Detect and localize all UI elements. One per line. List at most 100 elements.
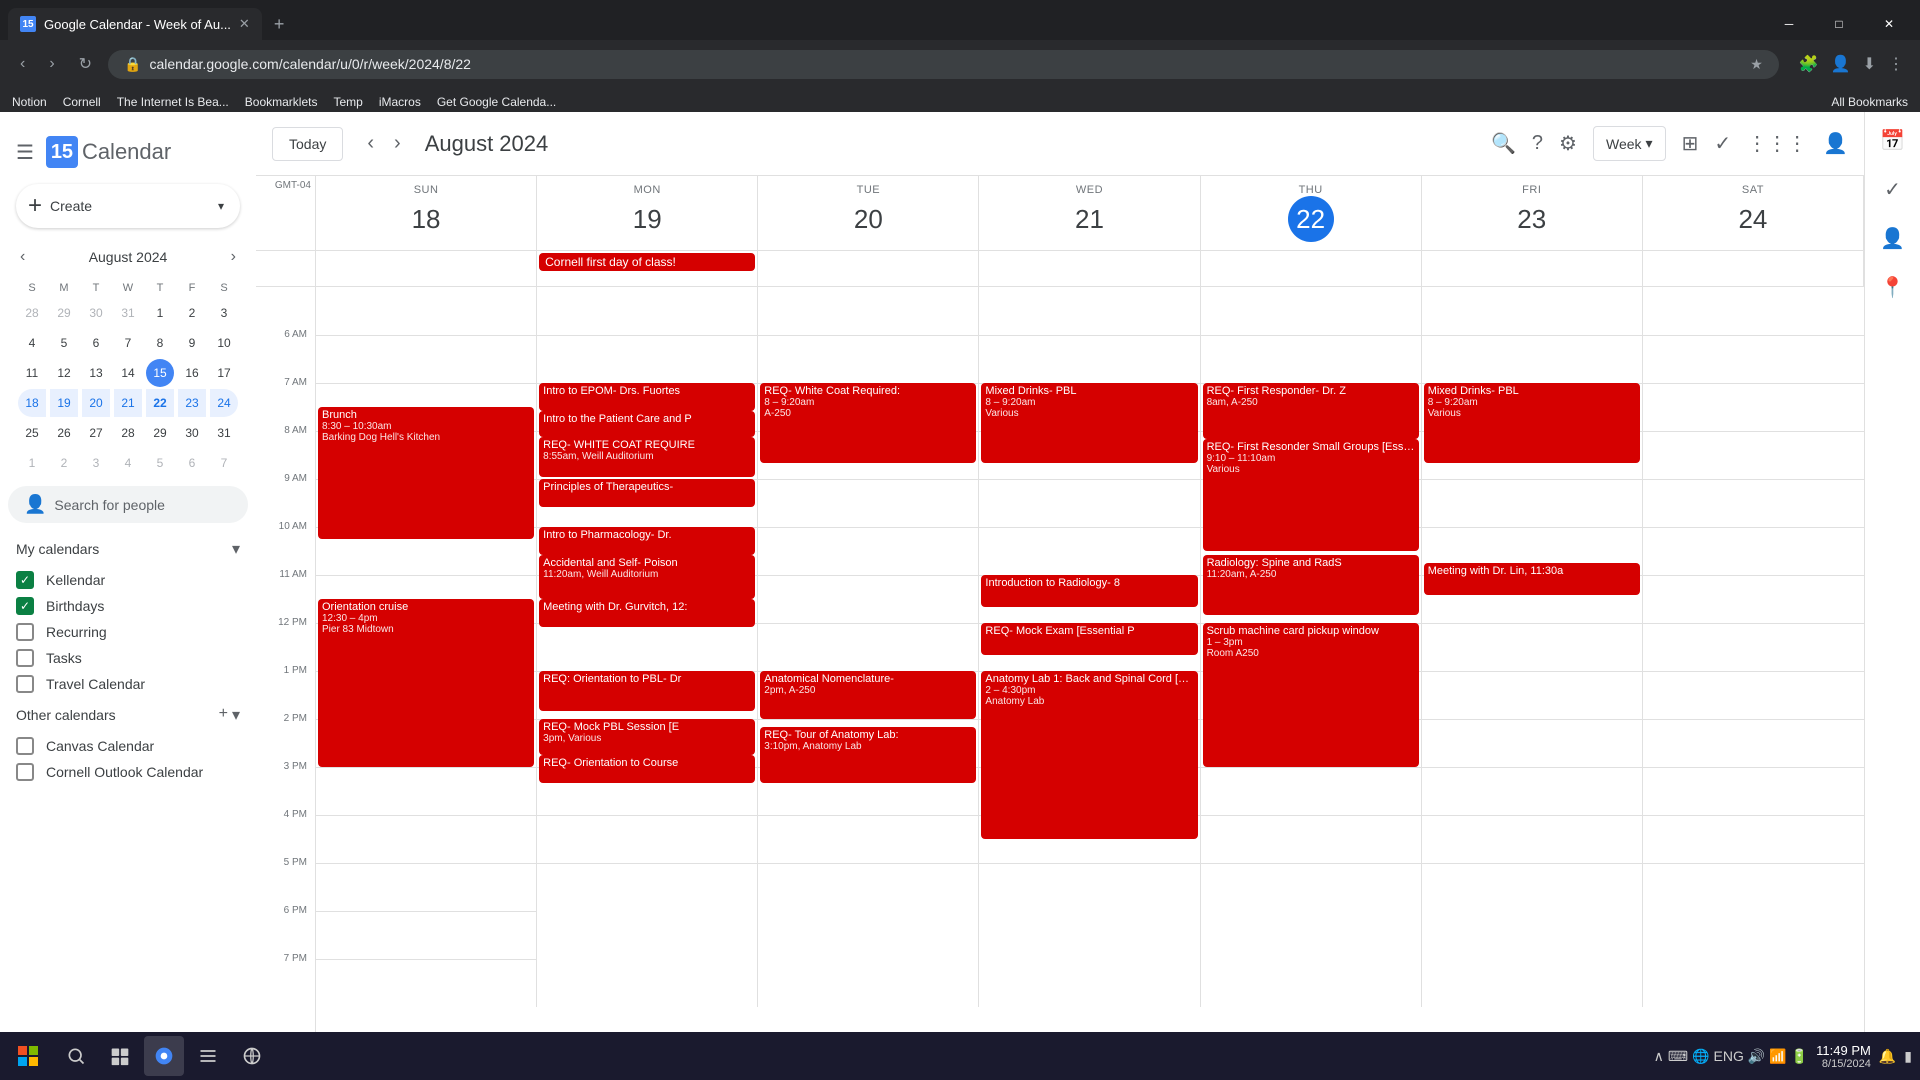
day-number-fri[interactable]: 23: [1509, 196, 1555, 242]
calendar-item-travel[interactable]: Travel Calendar: [8, 671, 248, 697]
mini-date[interactable]: 30: [82, 299, 110, 327]
bookmark-imacros[interactable]: iMacros: [379, 95, 421, 109]
right-panel-calendar-icon[interactable]: 📅: [1872, 120, 1913, 161]
event-scrub-machine[interactable]: Scrub machine card pickup window 1 – 3pm…: [1203, 623, 1419, 767]
mini-date[interactable]: 7: [114, 329, 142, 357]
collapse-other-calendars-icon[interactable]: ▾: [232, 705, 240, 725]
bookmark-bookmarklets[interactable]: Bookmarklets: [245, 95, 318, 109]
calendar-checkbox-travel[interactable]: [16, 675, 34, 693]
event-therapeutics[interactable]: Principles of Therapeutics-: [539, 479, 755, 507]
day-number-wed[interactable]: 21: [1066, 196, 1112, 242]
event-white-coat[interactable]: REQ- WHITE COAT REQUIRE 8:55am, Weill Au…: [539, 437, 755, 477]
event-anatomy-tour[interactable]: REQ- Tour of Anatomy Lab: 3:10pm, Anatom…: [760, 727, 976, 783]
mini-date[interactable]: 8: [146, 329, 174, 357]
add-other-calendar-icon[interactable]: +: [219, 705, 228, 725]
taskbar-browser2[interactable]: [232, 1036, 272, 1076]
mini-date[interactable]: 27: [82, 419, 110, 447]
taskbar-task-view[interactable]: [100, 1036, 140, 1076]
bookmark-all-bookmarks[interactable]: All Bookmarks: [1831, 95, 1908, 109]
event-radiology-spine[interactable]: Radiology: Spine and RadS 11:20am, A-250: [1203, 555, 1419, 615]
help-icon[interactable]: ?: [1532, 132, 1543, 155]
mini-date[interactable]: 25: [18, 419, 46, 447]
calendar-item-recurring[interactable]: Recurring: [8, 619, 248, 645]
mini-date-selected[interactable]: 22: [146, 389, 174, 417]
minimize-button[interactable]: ─: [1766, 8, 1812, 40]
mini-date[interactable]: 21: [114, 389, 142, 417]
right-panel-map-icon[interactable]: 📍: [1872, 267, 1913, 308]
maximize-button[interactable]: □: [1816, 8, 1862, 40]
mini-date[interactable]: 14: [114, 359, 142, 387]
my-calendars-header[interactable]: My calendars ▾: [8, 531, 248, 567]
mini-date[interactable]: 6: [82, 329, 110, 357]
mini-date[interactable]: 2: [178, 299, 206, 327]
mini-date[interactable]: 29: [50, 299, 78, 327]
all-day-event-cornell[interactable]: Cornell first day of class!: [539, 253, 755, 271]
event-epom[interactable]: Intro to EPOM- Drs. Fuortes: [539, 383, 755, 411]
close-button[interactable]: ✕: [1866, 8, 1912, 40]
start-button[interactable]: [8, 1036, 48, 1076]
tray-arrow-icon[interactable]: ∧: [1654, 1048, 1664, 1065]
mini-date[interactable]: 18: [18, 389, 46, 417]
mini-date[interactable]: 23: [178, 389, 206, 417]
mini-cal-next-button[interactable]: ›: [227, 244, 240, 270]
calendar-checkbox-tasks[interactable]: [16, 649, 34, 667]
bookmark-google-cal[interactable]: Get Google Calenda...: [437, 95, 556, 109]
mini-date[interactable]: 16: [178, 359, 206, 387]
forward-button[interactable]: ›: [41, 51, 62, 77]
bookmark-temp[interactable]: Temp: [333, 95, 362, 109]
event-anatomy-lab1[interactable]: Anatomy Lab 1: Back and Spinal Cord [Ess…: [981, 671, 1197, 839]
event-mock-pbl[interactable]: REQ- Mock PBL Session [E 3pm, Various: [539, 719, 755, 755]
event-orientation-course[interactable]: REQ- Orientation to Course: [539, 755, 755, 783]
event-orientation-cruise[interactable]: Orientation cruise 12:30 – 4pm Pier 83 M…: [318, 599, 534, 767]
new-tab-button[interactable]: +: [274, 14, 285, 35]
event-mock-exam[interactable]: REQ- Mock Exam [Essential P: [981, 623, 1197, 655]
mini-date[interactable]: 6: [178, 449, 206, 477]
mini-cal-prev-button[interactable]: ‹: [16, 244, 29, 270]
calendar-item-tasks[interactable]: Tasks: [8, 645, 248, 671]
download-icon[interactable]: ⬇: [1859, 50, 1880, 78]
mini-date[interactable]: 28: [114, 419, 142, 447]
clock[interactable]: 11:49 PM 8/15/2024: [1816, 1043, 1871, 1070]
day-number-mon[interactable]: 19: [624, 196, 670, 242]
create-button[interactable]: + Create ▾: [16, 184, 240, 228]
event-orientation-pbl[interactable]: REQ: Orientation to PBL- Dr: [539, 671, 755, 711]
next-week-button[interactable]: ›: [386, 128, 409, 159]
event-white-coat-req[interactable]: REQ- White Coat Required: 8 – 9:20am A-2…: [760, 383, 976, 463]
checkmark-icon[interactable]: ✓: [1714, 131, 1731, 156]
mini-date[interactable]: 9: [178, 329, 206, 357]
bookmark-internet[interactable]: The Internet Is Bea...: [117, 95, 229, 109]
right-panel-check-icon[interactable]: ✓: [1876, 169, 1909, 210]
day-number-thu[interactable]: 22: [1288, 196, 1334, 242]
tab-close-button[interactable]: ✕: [239, 16, 250, 32]
address-bar[interactable]: 🔒 calendar.google.com/calendar/u/0/r/wee…: [108, 50, 1779, 79]
mini-date[interactable]: 2: [50, 449, 78, 477]
back-button[interactable]: ‹: [12, 51, 33, 77]
mini-date[interactable]: 4: [114, 449, 142, 477]
day-number-tue[interactable]: 20: [845, 196, 891, 242]
event-patient-care[interactable]: Intro to the Patient Care and P: [539, 411, 755, 437]
mini-date[interactable]: 26: [50, 419, 78, 447]
more-options-icon[interactable]: ⋮: [1884, 50, 1908, 78]
bookmark-notion[interactable]: Notion: [12, 95, 47, 109]
event-gurvitch[interactable]: Meeting with Dr. Gurvitch, 12:: [539, 599, 755, 627]
view-selector[interactable]: Week ▾: [1593, 126, 1666, 161]
mini-date[interactable]: 1: [18, 449, 46, 477]
mini-date[interactable]: 12: [50, 359, 78, 387]
mini-date[interactable]: 28: [18, 299, 46, 327]
event-first-responder-groups[interactable]: REQ- First Resonder Small Groups [Essent…: [1203, 439, 1419, 551]
event-radiology-intro[interactable]: Introduction to Radiology- 8: [981, 575, 1197, 607]
mini-date[interactable]: 30: [178, 419, 206, 447]
taskbar-files[interactable]: [188, 1036, 228, 1076]
mini-date[interactable]: 5: [50, 329, 78, 357]
calendar-checkbox-kellendar[interactable]: ✓: [16, 571, 34, 589]
mini-date[interactable]: 13: [82, 359, 110, 387]
active-tab[interactable]: 15 Google Calendar - Week of Au... ✕: [8, 8, 262, 40]
mini-date[interactable]: 29: [146, 419, 174, 447]
taskbar-chrome[interactable]: [144, 1036, 184, 1076]
day-number-sat[interactable]: 24: [1730, 196, 1776, 242]
day-number-sun[interactable]: 18: [403, 196, 449, 242]
event-dr-lin[interactable]: Meeting with Dr. Lin, 11:30a: [1424, 563, 1640, 595]
mini-date[interactable]: 19: [50, 389, 78, 417]
reload-button[interactable]: ↻: [71, 50, 100, 78]
menu-icon[interactable]: ☰: [16, 140, 34, 165]
